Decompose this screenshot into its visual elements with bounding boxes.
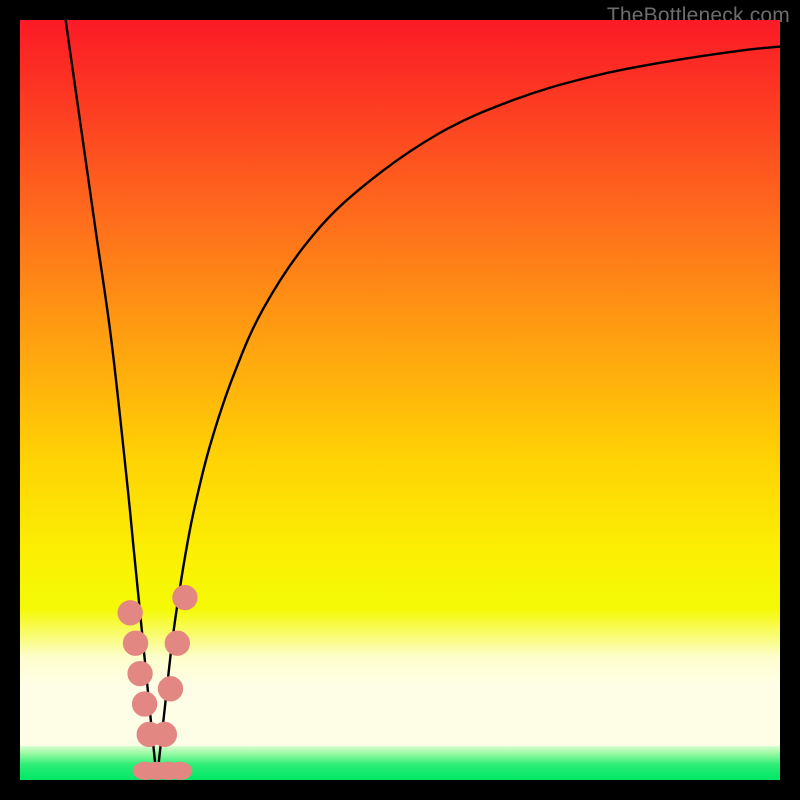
marker-right [152,722,176,746]
marker-right [165,631,189,655]
marker-left [123,631,147,655]
marker-right [158,677,182,701]
plot-area [20,20,780,780]
marker-valley [167,762,193,780]
marker-left [128,661,152,685]
marker-left [132,692,156,716]
marker-left [118,601,142,625]
chart-svg [20,20,780,780]
chart-frame: TheBottleneck.com [0,0,800,800]
bottleneck-curve [157,47,780,780]
marker-right [173,585,197,609]
